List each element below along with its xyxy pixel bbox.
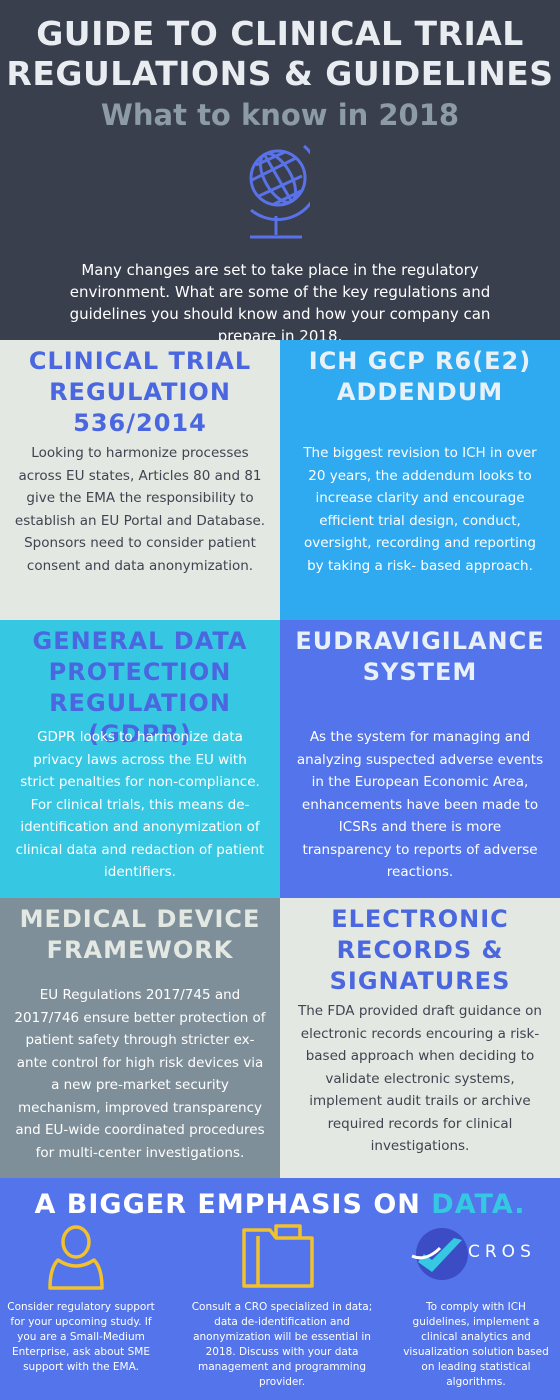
section-title: EUDRAVIGILANCE SYSTEM <box>295 627 545 686</box>
section-title: MEDICAL DEVICE FRAMEWORK <box>19 905 261 964</box>
cros-logo-icon <box>411 1228 468 1280</box>
tip-ich-analytics: To comply with ICH guidelines, implement… <box>403 1301 549 1388</box>
section-body: The biggest revision to ICH in over 20 y… <box>303 445 537 574</box>
section-body: Looking to harmonize processes across EU… <box>14 445 266 574</box>
section-body: EU Regulations 2017/745 and 2017/746 ens… <box>14 987 266 1161</box>
section-electronic-records: ELECTRONIC RECORDS & SIGNATURES The FDA … <box>280 898 560 1178</box>
section-eudravigilance: EUDRAVIGILANCE SYSTEM As the system for … <box>280 620 560 900</box>
tip-regulatory-support: Consider regulatory support for your upc… <box>7 1301 155 1373</box>
emphasis-heading: A BIGGER EMPHASIS ON DATA. <box>0 1185 560 1225</box>
section-body: As the system for managing and analyzing… <box>296 729 544 880</box>
intro-text: Many changes are set to take place in th… <box>69 261 491 345</box>
emphasis-prefix: A BIGGER EMPHASIS ON <box>34 1189 421 1220</box>
section-ich-gcp-addendum: ICH GCP R6(E2) ADDENDUM The biggest revi… <box>280 340 560 620</box>
page-title: GUIDE TO CLINICAL TRIAL REGULATIONS & GU… <box>0 14 560 94</box>
infographic: GUIDE TO CLINICAL TRIAL REGULATIONS & GU… <box>0 0 560 1400</box>
section-body: The FDA provided draft guidance on elect… <box>297 1003 542 1154</box>
person-icon <box>48 1225 104 1290</box>
tip-cro-data: Consult a CRO specialized in data; data … <box>191 1301 373 1388</box>
section-title: CLINICAL TRIAL REGULATION 536/2014 <box>28 347 252 437</box>
section-title: ICH GCP R6(E2) ADDENDUM <box>308 347 532 406</box>
cros-logo-text: CROS <box>468 1242 536 1262</box>
section-title: ELECTRONIC RECORDS & SIGNATURES <box>329 905 511 995</box>
folder-icon <box>242 1224 314 1288</box>
page-subtitle: What to know in 2018 <box>100 98 460 132</box>
title-line-1: GUIDE TO CLINICAL TRIAL <box>36 14 524 53</box>
section-gdpr: GENERAL DATA PROTECTION REGULATION (GDPR… <box>0 620 280 900</box>
emphasis-highlight: DATA. <box>431 1189 526 1220</box>
section-medical-device-framework: MEDICAL DEVICE FRAMEWORK EU Regulations … <box>0 898 280 1178</box>
section-body: GDPR looks to harmonize data privacy law… <box>15 729 265 880</box>
header: GUIDE TO CLINICAL TRIAL REGULATIONS & GU… <box>0 0 560 345</box>
section-clinical-trial-regulation: CLINICAL TRIAL REGULATION 536/2014 Looki… <box>0 340 280 620</box>
globe-icon <box>249 144 310 239</box>
title-line-2: REGULATIONS & GUIDELINES <box>6 54 554 93</box>
